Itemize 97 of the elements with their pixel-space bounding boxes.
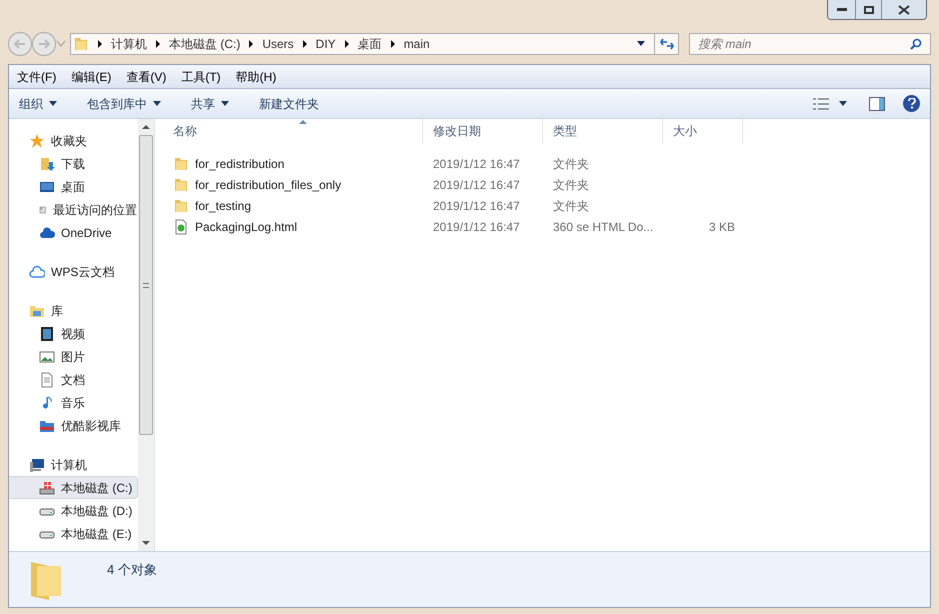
toolbar-button[interactable]: 组织 <box>19 94 57 112</box>
search-icon <box>910 38 922 50</box>
nav-item[interactable]: 计算机 <box>9 453 138 476</box>
file-name: PackagingLog.html <box>195 218 298 236</box>
item-count: 4 个对象 <box>107 561 157 579</box>
menu-item[interactable]: 文件(F) <box>17 68 56 86</box>
sort-arrow-icon <box>299 120 307 124</box>
nav-item[interactable]: 最近访问的位置 <box>9 198 138 221</box>
type-cell-text: 文件夹 <box>552 156 590 172</box>
nav-item[interactable]: 桌面 <box>9 175 138 198</box>
star-icon <box>29 132 45 148</box>
caret-icon <box>636 41 646 47</box>
nav-item[interactable]: 库 <box>9 299 138 322</box>
folder-icon <box>173 198 189 214</box>
type-cell-text: 文件夹 <box>552 198 590 214</box>
document-icon <box>39 372 55 388</box>
nav-item[interactable]: 图片 <box>9 345 138 368</box>
windows-drive-icon <box>39 480 55 496</box>
date-cell-text: 2019/1/12 16:47 <box>432 176 521 194</box>
maximize-button[interactable] <box>855 0 882 19</box>
film-icon <box>39 326 55 342</box>
file-row[interactable]: for_testing 2019/1/12 16:47 文件夹 <box>163 195 930 216</box>
breadcrumb-item[interactable]: 计算机 <box>111 35 147 53</box>
folder-icon <box>173 176 189 192</box>
breadcrumb-item[interactable]: Users <box>262 35 294 53</box>
menu-item[interactable]: 查看(V) <box>126 68 166 86</box>
minimize-button[interactable] <box>828 0 855 19</box>
caret-icon <box>56 40 66 48</box>
nav-item[interactable]: 本地磁盘 (D:) <box>9 499 138 522</box>
breadcrumb-item[interactable]: DIY <box>316 35 336 53</box>
maximize-icon <box>864 6 874 14</box>
breadcrumb-item[interactable]: 桌面 <box>358 35 382 53</box>
address-bar[interactable]: 计算机 本地磁盘 (C:) Users DIY 桌面 main <box>70 33 679 55</box>
back-arrow-icon <box>14 39 26 49</box>
date-cell-text: 2019/1/12 16:47 <box>432 198 521 214</box>
list-view-icon <box>813 98 829 110</box>
html-file-icon <box>173 218 189 234</box>
folder-icon <box>73 36 89 52</box>
file-name: for_redistribution_files_only <box>195 176 342 194</box>
file-name: for_testing <box>195 198 252 214</box>
column-header[interactable]: 修改日期 <box>423 119 543 143</box>
nav-item[interactable]: 音乐 <box>9 391 138 414</box>
nav-item[interactable]: 本地磁盘 (E:) <box>9 522 138 545</box>
cloud-icon <box>29 264 45 280</box>
breadcrumb-arrow-icon <box>95 40 105 48</box>
nav-item[interactable]: 文档 <box>9 368 138 391</box>
folder-icon <box>173 156 189 172</box>
minimize-icon <box>836 8 846 11</box>
caret-icon <box>153 101 161 106</box>
breadcrumb-arrow-icon <box>153 40 163 48</box>
search-input[interactable]: 搜索 main <box>698 35 910 53</box>
date-cell-text: 2019/1/12 16:47 <box>432 156 521 172</box>
preview-pane-icon <box>869 96 885 110</box>
nav-item[interactable]: WPS云文档 <box>9 260 138 283</box>
nav-item[interactable]: 收藏夹 <box>9 129 138 152</box>
caret-icon <box>839 101 847 106</box>
date-cell-text: 2019/1/12 16:47 <box>432 218 521 236</box>
help-icon <box>908 98 916 109</box>
close-icon <box>898 4 910 14</box>
file-row[interactable]: PackagingLog.html 2019/1/12 16:47 360 se HTML Do... 3 KB <box>163 216 930 237</box>
help-button[interactable] <box>903 95 920 112</box>
caret-icon <box>221 101 229 106</box>
nav-item[interactable]: 视频 <box>9 322 138 345</box>
menu-item[interactable]: 帮助(H) <box>236 68 276 86</box>
column-header[interactable]: 类型 <box>543 119 663 143</box>
nav-item[interactable]: 下载 <box>9 152 138 175</box>
search-field[interactable]: 搜索 main <box>689 33 931 55</box>
preview-pane-button[interactable] <box>869 96 885 110</box>
toolbar-button[interactable]: 包含到库中 <box>87 94 161 112</box>
view-options-button[interactable] <box>813 98 847 110</box>
toolbar-button[interactable]: 共享 <box>191 94 229 112</box>
type-cell-text: 文件夹 <box>552 176 590 194</box>
column-header[interactable]: 大小 <box>663 119 743 143</box>
caret-icon <box>49 101 57 106</box>
type-cell-text: 360 se HTML Do... <box>552 218 654 236</box>
computer-icon <box>29 456 45 472</box>
picture-icon <box>39 348 55 364</box>
menu-item[interactable]: 工具(T) <box>181 68 221 86</box>
size-cell-text: 3 KB <box>708 218 736 236</box>
refresh-arrows-icon <box>660 38 674 50</box>
download-folder-icon <box>39 156 55 172</box>
nav-item[interactable]: OneDrive <box>9 221 138 244</box>
toolbar-button[interactable]: 新建文件夹 <box>259 94 319 112</box>
file-row[interactable]: for_redistribution 2019/1/12 16:47 文件夹 <box>163 153 930 174</box>
menu-item[interactable]: 编辑(E) <box>71 68 112 86</box>
nav-item[interactable]: 优酷影视库 <box>9 414 138 437</box>
file-name: for_redistribution <box>195 156 284 172</box>
column-header[interactable]: 名称 <box>163 119 423 143</box>
breadcrumb-item[interactable]: main <box>404 35 430 53</box>
scrollbar[interactable] <box>138 119 154 551</box>
scroll-thumb[interactable] <box>139 135 153 435</box>
close-button[interactable] <box>882 0 926 19</box>
breadcrumb-item[interactable]: 本地磁盘 (C:) <box>169 35 240 53</box>
nav-item[interactable]: 本地磁盘 (C:) <box>9 476 138 499</box>
cloud-icon <box>39 224 55 240</box>
file-row[interactable]: for_redistribution_files_only 2019/1/12 16:47 文件夹 <box>163 174 930 195</box>
forward-arrow-icon <box>38 39 50 49</box>
